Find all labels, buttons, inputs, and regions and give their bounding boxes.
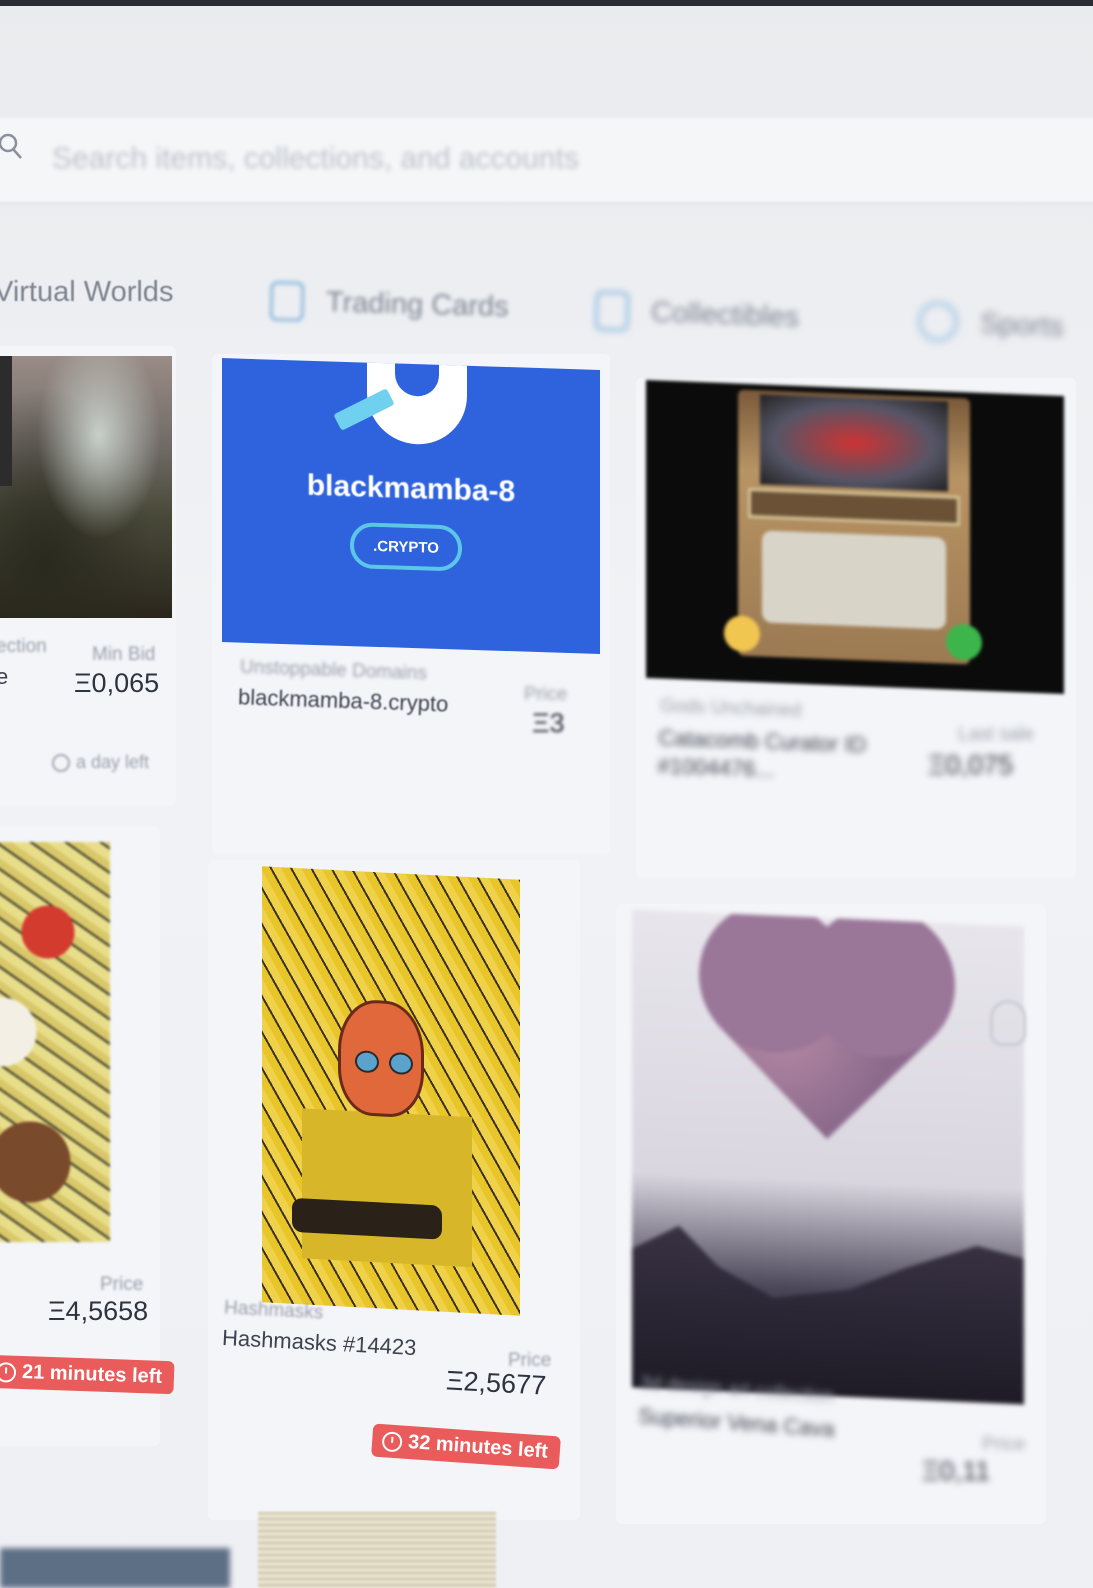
nft-artwork-partial[interactable] xyxy=(258,1512,496,1588)
collectibles-icon xyxy=(594,290,630,332)
search-icon[interactable] xyxy=(0,133,26,159)
nft-artwork[interactable] xyxy=(646,379,1064,695)
tab-trading-cards[interactable]: Trading Cards xyxy=(269,280,510,327)
card-portrait xyxy=(760,394,948,492)
tab-label: Collectibles xyxy=(650,295,800,334)
card-price: Ξ0,11 xyxy=(922,1456,991,1486)
card-textbox xyxy=(762,530,946,630)
heart-sculpture xyxy=(720,926,934,1140)
like-hand-icon[interactable] xyxy=(990,1000,1026,1046)
card-price: Ξ3 xyxy=(532,708,565,738)
price-label: Min Bid xyxy=(92,644,156,665)
price-label: Price xyxy=(982,1434,1026,1455)
skull-face xyxy=(338,998,424,1119)
nft-artwork[interactable] xyxy=(0,356,172,618)
tab-virtual-worlds[interactable]: Virtual Worlds xyxy=(0,276,173,309)
marketplace-screen: Virtual Worlds Trading Cards Collectible… xyxy=(0,0,1093,1588)
mountain-silhouette xyxy=(632,1209,1024,1404)
tab-label: Trading Cards xyxy=(325,285,510,323)
card-collection: ection xyxy=(0,636,47,657)
clock-icon xyxy=(381,1430,403,1453)
price-label: Price xyxy=(524,684,568,705)
card-price: Ξ4,5658 xyxy=(48,1296,149,1326)
badge-label: 21 minutes left xyxy=(21,1360,163,1388)
trading-card-frame xyxy=(724,389,982,665)
clock-icon xyxy=(0,1361,17,1383)
figure-body xyxy=(302,1108,472,1268)
badge-label: 32 minutes left xyxy=(407,1430,549,1463)
auction-timer-badge: 21 minutes left xyxy=(0,1354,175,1395)
search-input[interactable] xyxy=(50,136,754,182)
eye-right xyxy=(389,1051,413,1076)
card-banner xyxy=(748,487,960,527)
tab-collectibles[interactable]: Collectibles xyxy=(594,290,800,337)
time-remaining: a day left xyxy=(52,752,149,773)
eye-left xyxy=(355,1050,379,1074)
tab-label: Sports xyxy=(979,307,1065,343)
logo-inner xyxy=(395,358,439,397)
artwork-detail xyxy=(0,356,12,486)
nft-artwork[interactable] xyxy=(262,866,520,1316)
nft-artwork[interactable]: blackmamba-8 .CRYPTO xyxy=(222,358,600,654)
tab-sports[interactable]: Sports xyxy=(917,300,1065,347)
card-price: Ξ0,065 xyxy=(74,668,160,698)
tab-label: Virtual Worlds xyxy=(0,276,174,308)
price-label: Last sale xyxy=(958,724,1035,745)
sports-icon xyxy=(917,300,959,343)
nft-artwork[interactable] xyxy=(632,909,1024,1405)
taskbar-edge xyxy=(0,1548,230,1588)
card-name: Catacomb Curator ID #1004476... xyxy=(657,725,867,783)
artwork-badge: .CRYPTO xyxy=(350,522,462,572)
clock-icon xyxy=(52,753,70,772)
category-tabs: Virtual Worlds Trading Cards Collectible… xyxy=(0,262,1093,343)
mana-gem-icon xyxy=(724,614,760,653)
cards-icon xyxy=(269,280,305,322)
card-price: Ξ2,5677 xyxy=(445,1365,547,1401)
card-price: Ξ0,075 xyxy=(928,750,1014,780)
monitor-bezel xyxy=(0,0,1093,6)
time-label: a day left xyxy=(76,752,150,772)
nft-artwork[interactable] xyxy=(0,842,110,1242)
artwork-title: blackmamba-8 xyxy=(306,468,516,509)
health-gem-icon xyxy=(946,623,982,661)
card-name: e xyxy=(0,664,9,689)
price-label: Price xyxy=(100,1274,144,1295)
